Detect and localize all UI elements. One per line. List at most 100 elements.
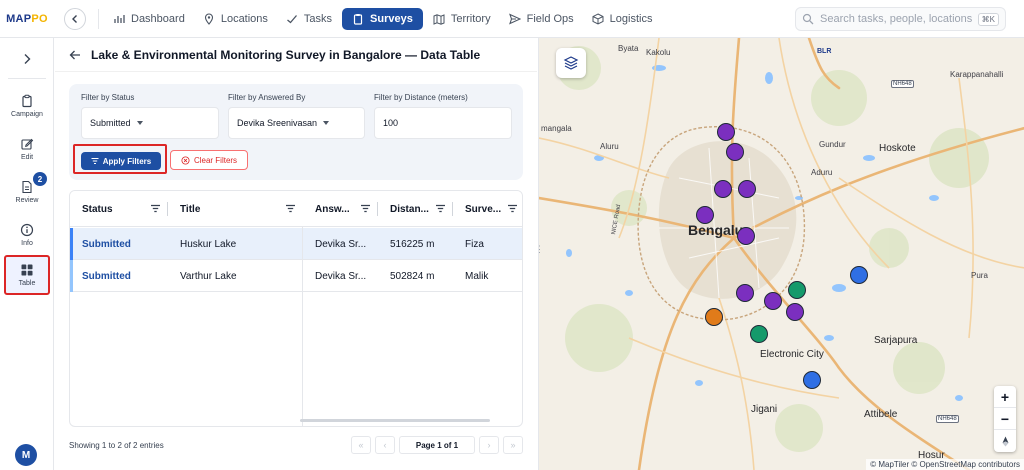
tab-dashboard[interactable]: Dashboard <box>105 8 193 30</box>
title-cell: Huskur Lake <box>180 238 237 250</box>
reset-north-button[interactable] <box>994 430 1016 452</box>
survey-marker[interactable] <box>737 227 755 245</box>
column-header-title[interactable]: Title <box>168 191 302 227</box>
logo-accent: PO <box>31 12 48 25</box>
arrow-left-icon[interactable] <box>69 49 81 61</box>
rail-item-info[interactable]: Info <box>4 215 50 255</box>
survey-marker[interactable] <box>696 206 714 224</box>
tab-logistics[interactable]: Logistics <box>584 8 661 30</box>
column-header-answered-by[interactable]: Answ... <box>303 191 377 227</box>
column-header-label: Title <box>180 203 201 215</box>
page-indicator: Page 1 of 1 <box>399 436 475 454</box>
map-label: mangala <box>541 124 572 133</box>
survey-marker[interactable] <box>726 143 744 161</box>
layers-toggle-button[interactable] <box>556 48 586 78</box>
pagination: « ‹ Page 1 of 1 › » <box>351 434 523 456</box>
rail-item-review[interactable]: Review 2 <box>4 172 50 212</box>
page-title: Lake & Environmental Monitoring Survey i… <box>91 47 481 62</box>
clear-filters-label: Clear Filters <box>193 155 238 165</box>
grid-icon <box>21 264 33 276</box>
app-logo[interactable]: MAP PO <box>0 0 54 38</box>
map-label: Aluru <box>600 142 619 151</box>
first-page-button[interactable]: « <box>351 436 371 454</box>
apply-filters-highlight: Apply Filters <box>73 144 167 174</box>
apply-filters-button[interactable]: Apply Filters <box>81 152 161 170</box>
zoom-controls: + − <box>994 386 1016 452</box>
user-avatar[interactable]: M <box>15 444 37 466</box>
review-count-badge: 2 <box>33 172 47 186</box>
tab-locations[interactable]: Locations <box>195 8 276 30</box>
rail-item-label: Edit <box>20 154 34 161</box>
panel-resize-handle[interactable]: ⋮ <box>539 245 544 264</box>
top-bar: MAP PO Dashboard Locations Tasks Surveys … <box>0 0 1024 38</box>
survey-marker[interactable] <box>764 292 782 310</box>
tab-surveys[interactable]: Surveys <box>342 7 423 30</box>
filter-icon[interactable] <box>507 203 518 214</box>
check-icon <box>287 14 297 23</box>
distance-cell: 502824 m <box>390 270 435 282</box>
rail-item-edit[interactable]: Edit <box>4 129 50 169</box>
table-row[interactable]: Submitted Huskur Lake Devika Sr... 51622… <box>70 228 522 260</box>
survey-marker[interactable] <box>786 303 804 321</box>
rail-item-campaign[interactable]: Campaign <box>4 86 50 126</box>
tab-label: Surveys <box>370 12 413 25</box>
survey-marker[interactable] <box>736 284 754 302</box>
survey-marker[interactable] <box>803 371 821 389</box>
column-header-distance[interactable]: Distan... <box>378 191 452 227</box>
tab-label: Field Ops <box>526 12 574 25</box>
tab-label: Tasks <box>303 12 333 25</box>
zoom-in-button[interactable]: + <box>994 386 1016 408</box>
tab-tasks[interactable]: Tasks <box>278 8 340 30</box>
tab-label: Territory <box>450 12 491 25</box>
filter-section: Filter by Status Submitted Filter by Ans… <box>69 84 523 180</box>
expand-rail-button[interactable] <box>0 48 54 70</box>
horizontal-scrollbar[interactable] <box>300 419 490 422</box>
shortcut-hint: ⌘K <box>977 12 999 26</box>
map-label-city: Bengalu <box>688 222 744 238</box>
global-search[interactable]: ⌘K <box>795 7 1006 31</box>
map-label: Jigani <box>751 404 778 415</box>
table-row[interactable]: Submitted Varthur Lake Devika Sr... 5028… <box>70 260 522 292</box>
surveyor-cell: Fiza <box>465 238 484 250</box>
tab-label: Dashboard <box>131 12 185 25</box>
status-filter-select[interactable]: Submitted <box>81 107 219 139</box>
last-page-button[interactable]: » <box>503 436 523 454</box>
column-header-status[interactable]: Status <box>70 191 167 227</box>
tab-territory[interactable]: Territory <box>425 8 499 30</box>
distance-filter-input[interactable]: 100 <box>374 107 512 139</box>
back-button[interactable] <box>64 7 86 30</box>
map-view[interactable]: ⋮ Byata Kakolu BLR Karappanahalli mangal… <box>538 38 1024 470</box>
clear-filters-button[interactable]: Clear Filters <box>170 150 248 170</box>
title-cell: Varthur Lake <box>180 270 237 282</box>
survey-marker[interactable] <box>714 180 732 198</box>
send-icon <box>508 12 521 25</box>
tab-field-ops[interactable]: Field Ops <box>501 8 582 30</box>
tab-label: Locations <box>220 12 268 25</box>
survey-marker[interactable] <box>850 266 868 284</box>
entries-info: Showing 1 to 2 of 2 entries <box>69 440 164 450</box>
filter-icon[interactable] <box>360 203 371 214</box>
previous-page-button[interactable]: ‹ <box>375 436 395 454</box>
survey-marker[interactable] <box>750 325 768 343</box>
survey-marker[interactable] <box>738 180 756 198</box>
surveyor-cell: Malik <box>465 270 489 282</box>
filter-icon[interactable] <box>150 203 161 214</box>
map-label: Pura <box>971 271 988 280</box>
survey-marker[interactable] <box>705 308 723 326</box>
filter-icon[interactable] <box>435 203 446 214</box>
rail-item-table[interactable]: Table <box>4 255 50 295</box>
info-icon <box>20 223 34 237</box>
filter-icon[interactable] <box>285 203 296 214</box>
survey-marker[interactable] <box>717 123 735 141</box>
search-input[interactable] <box>820 13 972 25</box>
column-header-surveyor[interactable]: Surve... <box>453 191 522 227</box>
zoom-out-button[interactable]: − <box>994 408 1016 430</box>
map-label: Karappanahalli <box>950 70 1004 79</box>
survey-marker[interactable] <box>788 281 806 299</box>
rail-divider <box>8 78 46 79</box>
map-label: Hoskote <box>879 143 916 154</box>
next-page-button[interactable]: › <box>479 436 499 454</box>
column-header-label: Status <box>82 203 113 215</box>
answered-by-filter-select[interactable]: Devika Sreenivasan <box>228 107 365 139</box>
status-filter-label: Filter by Status <box>81 93 135 102</box>
